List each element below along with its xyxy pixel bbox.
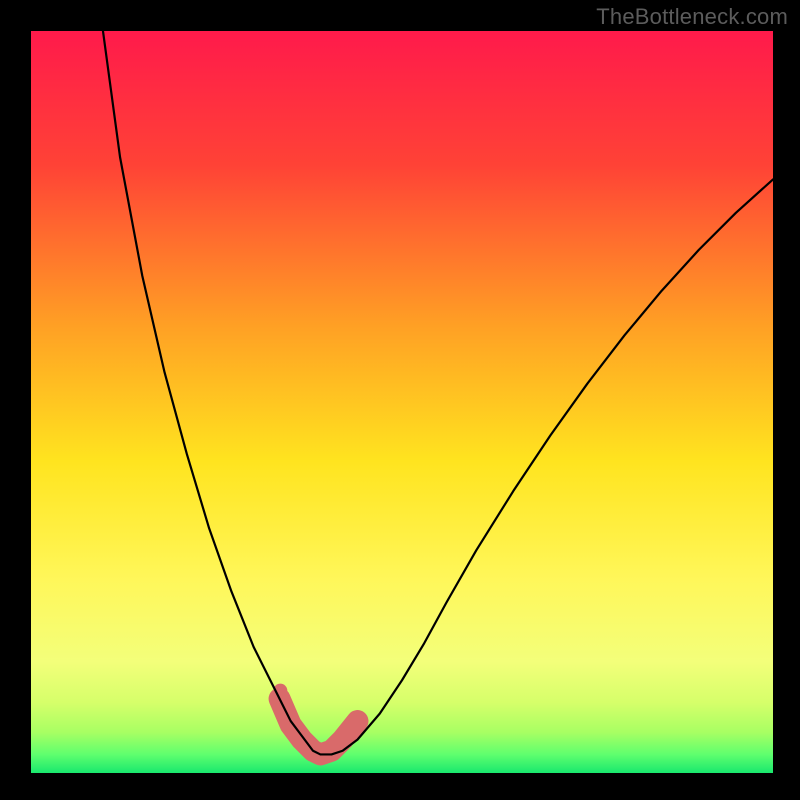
chart-frame: TheBottleneck.com bbox=[0, 0, 800, 800]
watermark-text: TheBottleneck.com bbox=[596, 4, 788, 30]
plot-background bbox=[31, 31, 773, 773]
bottleneck-chart bbox=[0, 0, 800, 800]
